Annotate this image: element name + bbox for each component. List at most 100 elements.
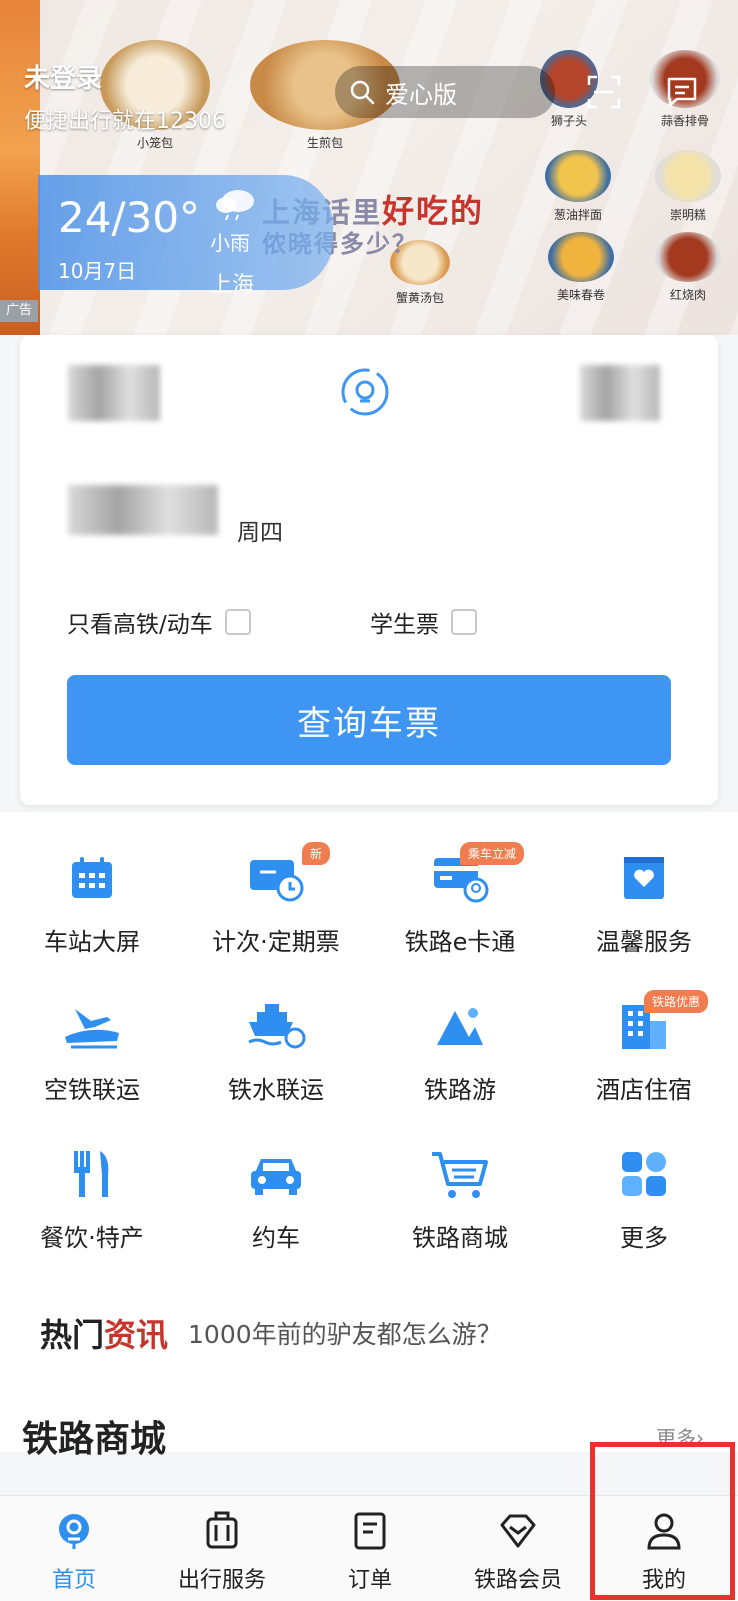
service-warm-service[interactable]: 温馨服务 [552,848,736,957]
food-label: 红烧肉 [669,288,706,302]
service-label: 铁路商城 [412,1224,508,1252]
hot-news-bar[interactable]: 热门资讯 1000年前的驴友都怎么游？ [40,1310,502,1356]
service-label: 酒店住宿 [596,1076,692,1104]
order-icon [354,1512,386,1550]
nav-label: 铁路会员 [473,1568,562,1593]
service-car[interactable]: 约车 [184,1144,368,1253]
food-label: 蟹黄汤包 [395,291,444,305]
care-mode-button[interactable]: 爱心版 [335,66,555,118]
scan-icon [587,75,621,109]
hot-news-tag-b: 资讯 [104,1316,169,1354]
home-train-icon [59,1514,89,1549]
arrival-station[interactable] [580,365,660,421]
highspeed-filter[interactable]: 只看高铁/动车 [67,605,251,639]
travel-weekday[interactable]: 周四 [237,513,283,547]
highspeed-checkbox[interactable] [224,609,251,635]
new-badge: 新 [302,842,331,865]
weather-city: 上海 [210,273,255,298]
slogan: 便捷出行就在12306 [24,109,226,134]
nav-label: 订单 [347,1568,392,1593]
weather-condition: 小雨 [210,231,250,255]
car-icon [251,1159,301,1195]
ticket-search-card: 周四 只看高铁/动车 学生票 查询车票 [20,335,718,805]
grid-icon [622,1152,666,1196]
food-image [655,150,721,202]
query-tickets-button[interactable]: 查询车票 [67,675,671,765]
rail-discount-badge: 铁路优惠 [644,990,709,1013]
banner-left-art [0,0,40,335]
service-label: 计次·定期票 [212,928,340,956]
message-button[interactable] [656,66,708,118]
luggage-icon [206,1511,238,1549]
hot-news-tag: 热门资讯 [40,1310,168,1356]
food-image [655,232,721,282]
fork-knife-icon [74,1151,109,1197]
calendar-icon [72,857,112,898]
student-ticket-filter[interactable]: 学生票 [370,605,477,639]
diamond-icon [500,1514,536,1548]
food-label: 美味春卷 [556,288,605,302]
highspeed-filter-label: 只看高铁/动车 [67,612,213,638]
food-label: 小笼包 [136,136,173,150]
ship-icon [248,1004,306,1049]
food-item: 美味春卷 [548,232,614,303]
nav-home[interactable]: 首页 [0,1506,148,1594]
service-periodic-ticket[interactable]: 新 计次·定期票 [184,842,368,957]
service-label: 约车 [252,1224,300,1252]
nav-orders[interactable]: 订单 [296,1506,444,1594]
food-label: 崇明糕 [669,208,706,222]
search-icon [350,80,375,105]
food-image [545,150,611,202]
cart-icon [432,1152,488,1198]
swap-stations-icon[interactable] [338,365,392,419]
nav-membership[interactable]: 铁路会员 [444,1506,592,1594]
heart-bag-icon [624,857,664,899]
care-mode-label: 爱心版 [385,80,457,109]
service-mall[interactable]: 铁路商城 [368,1144,552,1253]
departure-station[interactable] [68,365,160,421]
service-more[interactable]: 更多 [552,1144,736,1253]
food-label: 葱油拌面 [553,208,602,222]
service-food[interactable]: 餐饮·特产 [0,1144,184,1253]
hot-news-headline[interactable]: 1000年前的驴友都怎么游？ [188,1315,502,1351]
service-rail-travel[interactable]: 铁路游 [368,996,552,1105]
service-hotel[interactable]: 铁路优惠 酒店住宿 [552,990,736,1105]
service-label: 温馨服务 [596,928,692,956]
food-image [548,232,614,282]
weather-temp: 24/30° [58,193,201,242]
ad-tag: 广告 [0,300,38,322]
nav-travel-service[interactable]: 出行服务 [148,1506,296,1594]
service-label: 餐饮·特产 [40,1224,144,1252]
scan-button[interactable] [578,66,630,118]
service-station-screen[interactable]: 车站大屏 [0,848,184,957]
discount-badge: 乘车立减 [460,842,525,865]
food-item: 葱油拌面 [545,150,611,223]
service-label: 铁水联运 [228,1076,324,1104]
service-label: 空铁联运 [44,1076,140,1104]
food-label: 生煎包 [306,136,343,150]
food-item: 崇明糕 [655,150,721,223]
service-e-card[interactable]: 乘车立减 铁路e卡通 [368,842,552,957]
nav-label: 首页 [51,1568,96,1593]
profile-highlight-box [590,1442,735,1600]
plane-train-icon [65,1009,119,1049]
service-label: 铁路e卡通 [404,928,516,956]
student-checkbox[interactable] [451,609,477,635]
ticket-clock-icon [250,860,304,902]
weather-widget[interactable]: 24/30° 10月7日 小雨 上海 [38,175,333,298]
service-label: 铁路游 [424,1076,496,1104]
service-rail-water[interactable]: 铁水联运 [184,996,368,1105]
nav-label: 出行服务 [177,1568,266,1593]
hot-news-tag-a: 热门 [40,1316,105,1354]
mall-section-title: 铁路商城 [22,1419,167,1460]
mountain-icon [437,1008,483,1045]
rain-cloud-icon [216,190,254,221]
message-icon [667,77,697,107]
ad-banner[interactable]: 广告 小笼包 生煎包 狮子头 蒜香排骨 葱油拌面 崇明糕 蟹黄汤包 美味春卷 红… [0,0,738,335]
login-status[interactable]: 未登录 [24,58,102,95]
service-air-rail[interactable]: 空铁联运 [0,996,184,1105]
travel-date[interactable] [68,485,218,535]
food-item: 红烧肉 [655,232,721,303]
service-label: 更多 [620,1224,668,1252]
weather-date: 10月7日 [58,259,137,283]
